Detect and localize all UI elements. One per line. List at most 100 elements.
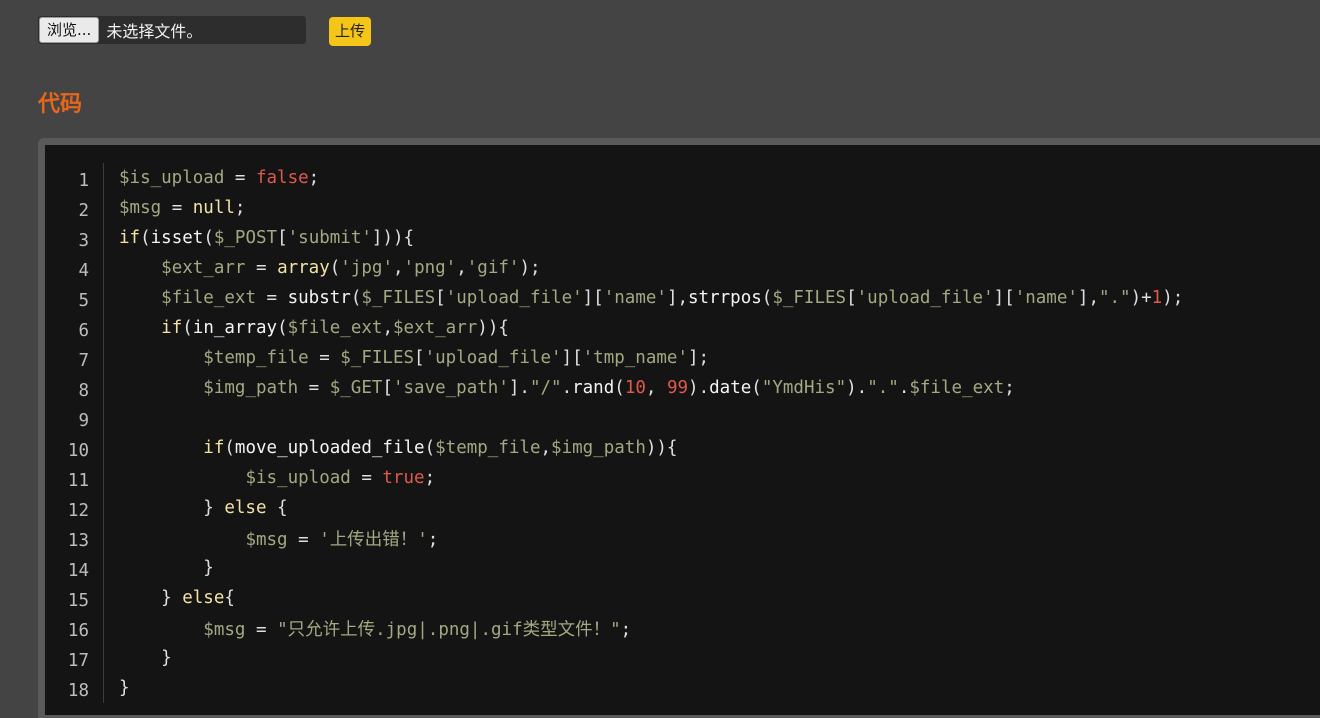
code-token: substr	[287, 288, 351, 308]
code-token: ],	[1077, 288, 1099, 308]
code-token: ].	[508, 378, 530, 398]
code-token: [	[846, 288, 857, 308]
line-number: 9	[45, 406, 104, 436]
code-token: ;	[620, 619, 632, 640]
code-token: (	[614, 378, 625, 398]
code-token: {	[224, 588, 235, 608]
code-line: 5 $file_ext = substr($_FILES['upload_fil…	[45, 283, 1183, 316]
line-number: 10	[45, 436, 104, 466]
line-code: $msg = null;	[104, 193, 1184, 223]
code-token: "."	[867, 378, 899, 398]
code-token: $file_ext	[287, 318, 383, 338]
code-token: '上传出错！'	[319, 529, 428, 550]
code-token: }	[119, 558, 214, 578]
line-code: } else{	[104, 583, 1184, 613]
code-token: 'png'	[403, 258, 457, 278]
code-token: =	[287, 529, 320, 550]
code-token: ).	[846, 378, 868, 398]
code-token: ])){	[371, 228, 415, 248]
upload-button[interactable]: 上传	[329, 17, 372, 46]
code-token: (	[761, 288, 773, 308]
code-token: ,	[540, 438, 552, 458]
code-token: $_GET	[329, 378, 383, 398]
code-token: )){	[645, 438, 678, 458]
code-token: $temp_file	[203, 348, 309, 368]
code-token: date	[709, 378, 752, 398]
line-number: 3	[45, 226, 104, 256]
line-code: }	[104, 673, 1184, 703]
code-token: true	[382, 468, 425, 488]
code-token: $file_ext	[161, 288, 256, 308]
code-line: 6 if(in_array($file_ext,$ext_arr)){	[45, 313, 1183, 346]
code-token: (	[203, 228, 214, 248]
code-token: rand	[572, 378, 615, 398]
code-token: ;	[308, 168, 320, 188]
code-line: 2 $msg = null;	[45, 193, 1184, 226]
code-token: =	[245, 258, 278, 278]
code-line: 16 $msg = "只允许上传.jpg|.png|.gif类型文件！";	[45, 613, 1183, 646]
code-token: $_POST	[213, 228, 278, 248]
code-token: ];	[687, 348, 710, 368]
line-number: 11	[45, 466, 104, 496]
code-token: 'save_path'	[392, 378, 509, 398]
code-token: (	[329, 258, 341, 278]
code-token: 99	[666, 378, 689, 398]
code-token: (	[277, 318, 288, 338]
code-token: (	[350, 288, 362, 308]
code-token: if	[203, 438, 225, 458]
code-token: $temp_file	[435, 438, 541, 458]
line-number: 17	[45, 646, 104, 676]
browse-button[interactable]: 浏览...	[39, 17, 100, 43]
code-token: [	[382, 378, 393, 398]
line-code: $msg = '上传出错！';	[104, 523, 1184, 553]
code-line: 11 $is_upload = true;	[45, 463, 1183, 496]
code-token: 'upload_file'	[856, 288, 994, 308]
code-token: (	[751, 378, 762, 398]
code-line: 14 }	[45, 553, 1184, 586]
code-token: (	[224, 438, 235, 458]
code-token: =	[255, 288, 288, 308]
code-token: else	[182, 588, 225, 608]
code-token: 10	[624, 378, 646, 398]
line-code: $is_upload = false;	[104, 163, 1184, 193]
code-token: "/"	[529, 378, 562, 398]
line-code: if(move_uploaded_file($temp_file,$img_pa…	[104, 433, 1184, 463]
code-table: 1 $is_upload = false; 2 $msg = null; 3 if(iss…	[45, 163, 1184, 706]
code-token: }	[119, 498, 225, 518]
code-token: $file_ext	[909, 378, 1005, 398]
code-token: null	[192, 198, 235, 218]
code-token: (	[182, 318, 193, 338]
code-token: ,	[382, 318, 393, 338]
code-token: ,	[456, 258, 467, 278]
file-input[interactable]: 浏览... 未选择文件。	[38, 16, 306, 44]
code-token: ,	[392, 258, 404, 278]
line-number: 1	[45, 166, 104, 196]
code-token: )+	[1130, 288, 1152, 308]
code-token: if	[161, 318, 183, 338]
line-number: 18	[45, 676, 104, 706]
code-line: 15 } else{	[45, 583, 1184, 616]
code-token: =	[161, 198, 193, 218]
code-token: [	[277, 228, 288, 248]
code-token: ],	[666, 288, 689, 308]
code-token: $img_path	[551, 438, 646, 458]
line-number: 8	[45, 376, 104, 406]
code-line: 7 $temp_file = $_FILES['upload_file']['t…	[45, 343, 1184, 376]
code-token: (	[424, 438, 436, 458]
line-number: 14	[45, 556, 104, 586]
line-code: $temp_file = $_FILES['upload_file']['tmp…	[104, 343, 1184, 373]
code-token: $msg	[203, 619, 246, 640]
line-code: $img_path = $_GET['save_path']."/".rand(…	[104, 373, 1184, 403]
code-token: }	[119, 678, 130, 698]
line-code: }	[104, 643, 1184, 673]
line-code: }	[104, 553, 1184, 583]
code-token: move_uploaded_file	[234, 438, 425, 458]
code-token: $ext_arr	[161, 258, 246, 278]
line-number: 16	[45, 616, 104, 646]
section-title: 代码	[38, 92, 83, 117]
code-token: {	[266, 498, 288, 518]
code-line: 1 $is_upload = false;	[45, 163, 1184, 196]
